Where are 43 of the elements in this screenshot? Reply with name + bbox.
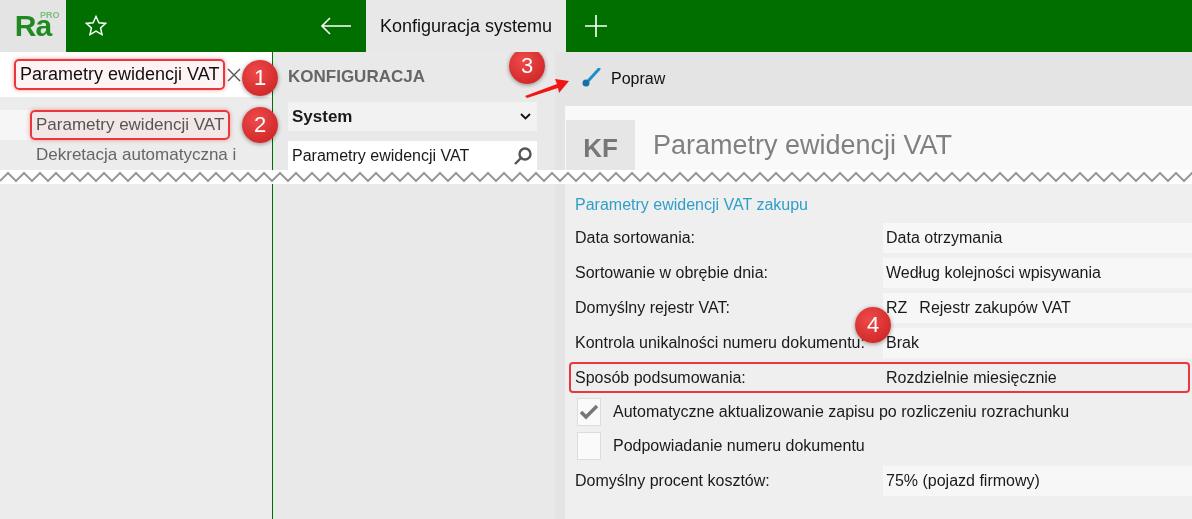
value-field[interactable]: 75% (pojazd firmowy)	[883, 465, 1192, 496]
checkbox[interactable]	[577, 432, 601, 460]
value-field[interactable]: Według kolejności wpisywania	[883, 257, 1192, 288]
value-field[interactable]: RZ Rejestr zakupów VAT	[883, 292, 1192, 323]
field-label: Data sortowania:	[575, 228, 697, 247]
field-value: Data otrzymania	[886, 228, 1003, 247]
checkbox[interactable]	[577, 398, 601, 426]
back-arrow-icon[interactable]	[320, 16, 352, 36]
app-logo[interactable]: RaPRO	[0, 0, 66, 52]
callout-number: 1	[242, 60, 278, 96]
sidebar-item[interactable]: Dekretacja automatyczna i	[30, 140, 243, 170]
checkbox-label: Automatyczne aktualizowanie zapisu po rozliczeniu rozrachunku	[613, 403, 1070, 421]
value-field[interactable]: Brak	[883, 327, 1192, 358]
register-code: RZ	[886, 298, 908, 317]
field-label: Sortowanie w obrębie dnia:	[575, 263, 769, 282]
section-heading: KONFIGURACJA	[288, 67, 425, 88]
field-label: Domyślny rejestr VAT:	[575, 298, 731, 317]
field-value: 75% (pojazd firmowy)	[886, 471, 1040, 490]
form-title: Parametry ewidencji VAT	[653, 130, 953, 161]
field-value: Rozdzielnie miesięcznie	[886, 368, 1057, 387]
field-label: Kontrola unikalności numeru dokumentu:	[575, 333, 866, 352]
form-badge: KF	[566, 120, 635, 170]
close-icon[interactable]	[227, 67, 242, 82]
field-value: Według kolejności wpisywania	[886, 263, 1101, 282]
add-icon[interactable]	[585, 15, 608, 37]
module-dropdown[interactable]: System	[288, 102, 537, 132]
field-value: Rejestr zakupów VAT	[919, 298, 1071, 317]
section-title: Parametry ewidencji VAT zakupu	[575, 195, 809, 215]
panel-title: Parametry ewidencji VAT	[14, 59, 226, 90]
sidebar-item[interactable]: Parametry ewidencji VAT	[30, 110, 231, 140]
checkbox-label: Podpowiadanie numeru dokumentu	[613, 437, 865, 455]
tab[interactable]: Konfiguracja systemu	[366, 0, 567, 52]
chevron-down-icon	[520, 113, 531, 121]
value-field[interactable]: Data otrzymania	[883, 222, 1192, 253]
callout-number: 2	[242, 107, 278, 143]
field-value: Brak	[886, 333, 919, 352]
field-label: Domyślny procent kosztów:	[575, 471, 771, 490]
value-field[interactable]: Rozdzielnie miesięcznie	[883, 362, 1188, 393]
star-icon[interactable]	[84, 14, 108, 38]
check-icon	[579, 404, 599, 420]
field-label: Sposób podsumowania:	[575, 368, 747, 387]
search-icon	[513, 145, 533, 166]
search-field[interactable]: Parametry ewidencji VAT	[288, 141, 537, 170]
